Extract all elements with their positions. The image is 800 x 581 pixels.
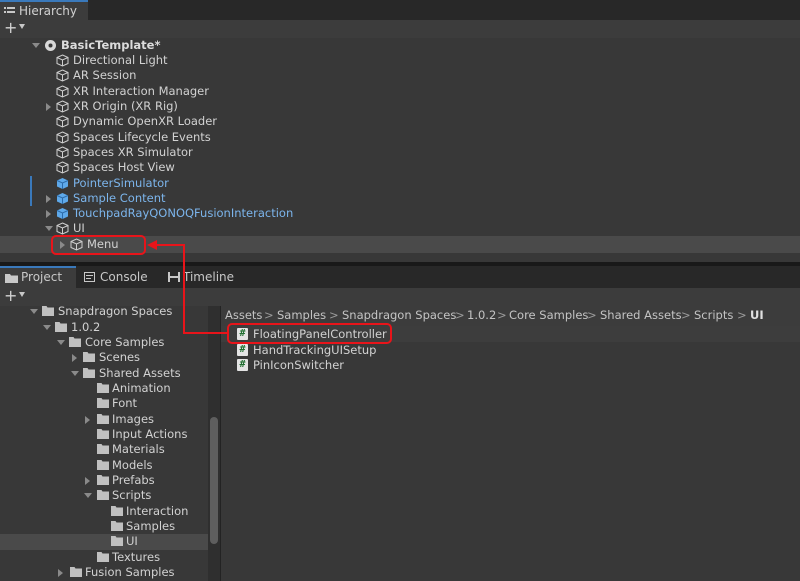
drag-annotation-arrow (147, 240, 228, 334)
